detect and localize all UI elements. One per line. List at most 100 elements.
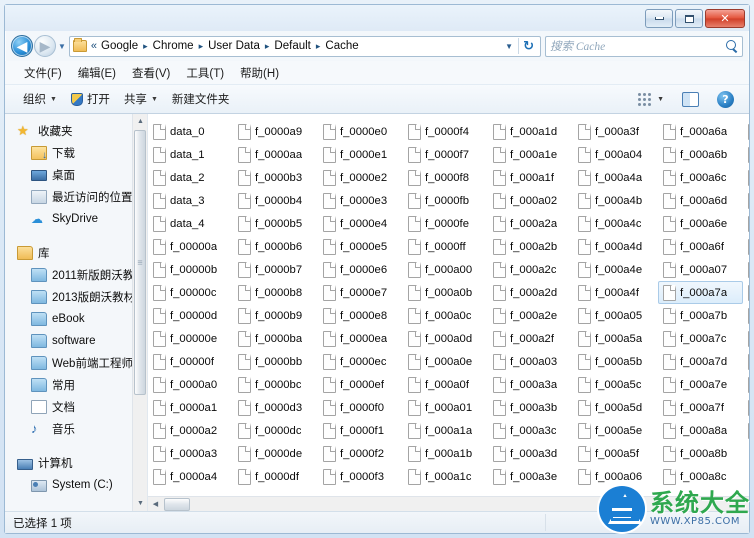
nav-scrollbar-thumb[interactable] bbox=[134, 130, 146, 395]
file-item[interactable]: f_000a00 bbox=[403, 258, 488, 281]
file-item[interactable]: f_000a8b bbox=[658, 442, 743, 465]
file-item[interactable]: f_00000b bbox=[148, 258, 233, 281]
file-item[interactable]: f_000a3c bbox=[488, 419, 573, 442]
file-item[interactable]: f_000a9b bbox=[743, 235, 749, 258]
breadcrumb-item-google[interactable]: Google bbox=[100, 40, 139, 52]
file-item[interactable]: f_0000b4 bbox=[233, 189, 318, 212]
file-item[interactable]: f_0000f4 bbox=[403, 120, 488, 143]
file-item[interactable]: f_0000f8 bbox=[403, 166, 488, 189]
file-item[interactable]: f_0000e7 bbox=[318, 281, 403, 304]
file-item[interactable]: f_000a11 bbox=[743, 373, 749, 396]
refresh-icon[interactable]: ↻ bbox=[518, 38, 538, 54]
sidebar-item-common[interactable]: 常用 bbox=[5, 374, 147, 396]
file-item[interactable]: data_4 bbox=[148, 212, 233, 235]
file-item[interactable]: f_000a8d bbox=[743, 120, 749, 143]
sidebar-item-recent-places[interactable]: 最近访问的位置 bbox=[5, 186, 147, 208]
file-item[interactable]: f_000a07 bbox=[658, 258, 743, 281]
file-item[interactable]: f_000a1e bbox=[488, 143, 573, 166]
file-item[interactable]: f_0000f7 bbox=[403, 143, 488, 166]
sidebar-item-library-2[interactable]: 2013版朗沃教材 bbox=[5, 286, 147, 308]
file-item[interactable]: f_0000ef bbox=[318, 373, 403, 396]
file-item[interactable]: f_000a12 bbox=[743, 396, 749, 419]
file-item[interactable]: f_0000e6 bbox=[318, 258, 403, 281]
file-item[interactable]: f_000a10 bbox=[743, 350, 749, 373]
file-item[interactable]: f_0000d3 bbox=[233, 396, 318, 419]
breadcrumb-chevron-icon[interactable]: ▸ bbox=[312, 41, 325, 52]
file-item[interactable]: f_0000a0 bbox=[148, 373, 233, 396]
sidebar-item-skydrive[interactable]: ☁ SkyDrive bbox=[5, 208, 147, 230]
file-item[interactable]: f_000a6a bbox=[658, 120, 743, 143]
scroll-down-icon[interactable]: ▼ bbox=[133, 496, 148, 511]
address-box[interactable]: « Google ▸ Chrome ▸ User Data ▸ Default … bbox=[69, 36, 541, 57]
breadcrumb-chevron-icon[interactable]: ▸ bbox=[261, 41, 274, 52]
file-item[interactable]: f_000a4d bbox=[573, 235, 658, 258]
file-item[interactable]: f_0000b8 bbox=[233, 281, 318, 304]
nav-group-computer[interactable]: 计算机 bbox=[5, 452, 147, 474]
file-item[interactable]: f_0000b6 bbox=[233, 235, 318, 258]
file-item[interactable]: f_0000fe bbox=[403, 212, 488, 235]
file-item[interactable]: data_3 bbox=[148, 189, 233, 212]
file-item[interactable]: f_0000e0 bbox=[318, 120, 403, 143]
file-item[interactable]: f_000a7a bbox=[658, 281, 743, 304]
file-item[interactable]: f_000a1b bbox=[403, 442, 488, 465]
breadcrumb-chevron-icon[interactable]: ▸ bbox=[195, 41, 208, 52]
file-item[interactable]: f_000a7e bbox=[658, 373, 743, 396]
file-item[interactable]: f_000a0b bbox=[403, 281, 488, 304]
file-item[interactable]: f_0000ff bbox=[403, 235, 488, 258]
file-item[interactable]: f_0000b9 bbox=[233, 304, 318, 327]
file-item[interactable]: f_000a1f bbox=[488, 166, 573, 189]
file-item[interactable]: f_0000df bbox=[233, 465, 318, 488]
file-item[interactable]: f_000a2f bbox=[488, 327, 573, 350]
file-item[interactable]: f_0000bb bbox=[233, 350, 318, 373]
sidebar-item-library-1[interactable]: 2011新版朗沃教材 bbox=[5, 264, 147, 286]
file-item[interactable]: f_000a4b bbox=[573, 189, 658, 212]
file-item[interactable]: f_000a03 bbox=[488, 350, 573, 373]
file-item[interactable]: f_000a3f bbox=[573, 120, 658, 143]
menu-item-file[interactable]: 文件(F) bbox=[16, 63, 70, 83]
file-item[interactable]: f_000a4f bbox=[573, 281, 658, 304]
file-item[interactable]: f_000a7d bbox=[658, 350, 743, 373]
search-input[interactable]: 搜索 Cache bbox=[545, 36, 743, 57]
file-item[interactable]: f_000a13 bbox=[743, 419, 749, 442]
file-item[interactable]: f_0000e1 bbox=[318, 143, 403, 166]
file-item[interactable]: f_000a5e bbox=[573, 419, 658, 442]
new-folder-button[interactable]: 新建文件夹 bbox=[165, 88, 237, 110]
menu-item-help[interactable]: 帮助(H) bbox=[232, 63, 287, 83]
scroll-up-icon[interactable]: ▲ bbox=[133, 114, 148, 129]
maximize-button[interactable] bbox=[675, 9, 703, 28]
file-item[interactable]: f_000a5d bbox=[573, 396, 658, 419]
file-item[interactable]: f_000a2a bbox=[488, 212, 573, 235]
file-item[interactable]: f_0000a4 bbox=[148, 465, 233, 488]
file-item[interactable]: f_000a8e bbox=[743, 143, 749, 166]
organize-button[interactable]: 组织 ▼ bbox=[16, 88, 64, 110]
nav-pane-scrollbar[interactable]: ▲ ▼ bbox=[132, 114, 147, 511]
file-item[interactable]: f_0000a9 bbox=[233, 120, 318, 143]
file-item[interactable]: f_000a6d bbox=[658, 189, 743, 212]
file-item[interactable]: f_000a5f bbox=[573, 442, 658, 465]
file-item[interactable]: f_000a2e bbox=[488, 304, 573, 327]
file-item[interactable]: f_000a3e bbox=[488, 465, 573, 488]
menu-item-tools[interactable]: 工具(T) bbox=[178, 63, 232, 83]
file-item[interactable]: f_000a9c bbox=[743, 258, 749, 281]
sidebar-item-downloads[interactable]: 下载 bbox=[5, 142, 147, 164]
breadcrumb-overflow[interactable]: « bbox=[90, 40, 100, 52]
sidebar-item-desktop[interactable]: 桌面 bbox=[5, 164, 147, 186]
file-item[interactable]: f_000a3a bbox=[488, 373, 573, 396]
forward-button[interactable]: ▶ bbox=[34, 35, 56, 57]
file-item[interactable]: f_0000b3 bbox=[233, 166, 318, 189]
file-item[interactable]: f_0000a1 bbox=[148, 396, 233, 419]
change-view-button[interactable]: ▼ bbox=[630, 89, 671, 109]
file-item[interactable]: f_000a0d bbox=[403, 327, 488, 350]
sidebar-item-ebook[interactable]: eBook bbox=[5, 308, 147, 330]
nav-group-favorites[interactable]: ★ 收藏夹 bbox=[5, 120, 147, 142]
file-item[interactable]: f_0000a3 bbox=[148, 442, 233, 465]
file-item[interactable]: f_000a9a bbox=[743, 212, 749, 235]
preview-pane-button[interactable] bbox=[675, 89, 706, 110]
file-item[interactable]: f_0000ec bbox=[318, 350, 403, 373]
file-item[interactable]: f_000a06 bbox=[573, 465, 658, 488]
file-item[interactable]: f_000a0f bbox=[403, 373, 488, 396]
sidebar-item-software[interactable]: software bbox=[5, 330, 147, 352]
sidebar-item-music[interactable]: ♪ 音乐 bbox=[5, 418, 147, 440]
file-item[interactable]: f_000a2d bbox=[488, 281, 573, 304]
file-item[interactable]: f_0000e4 bbox=[318, 212, 403, 235]
